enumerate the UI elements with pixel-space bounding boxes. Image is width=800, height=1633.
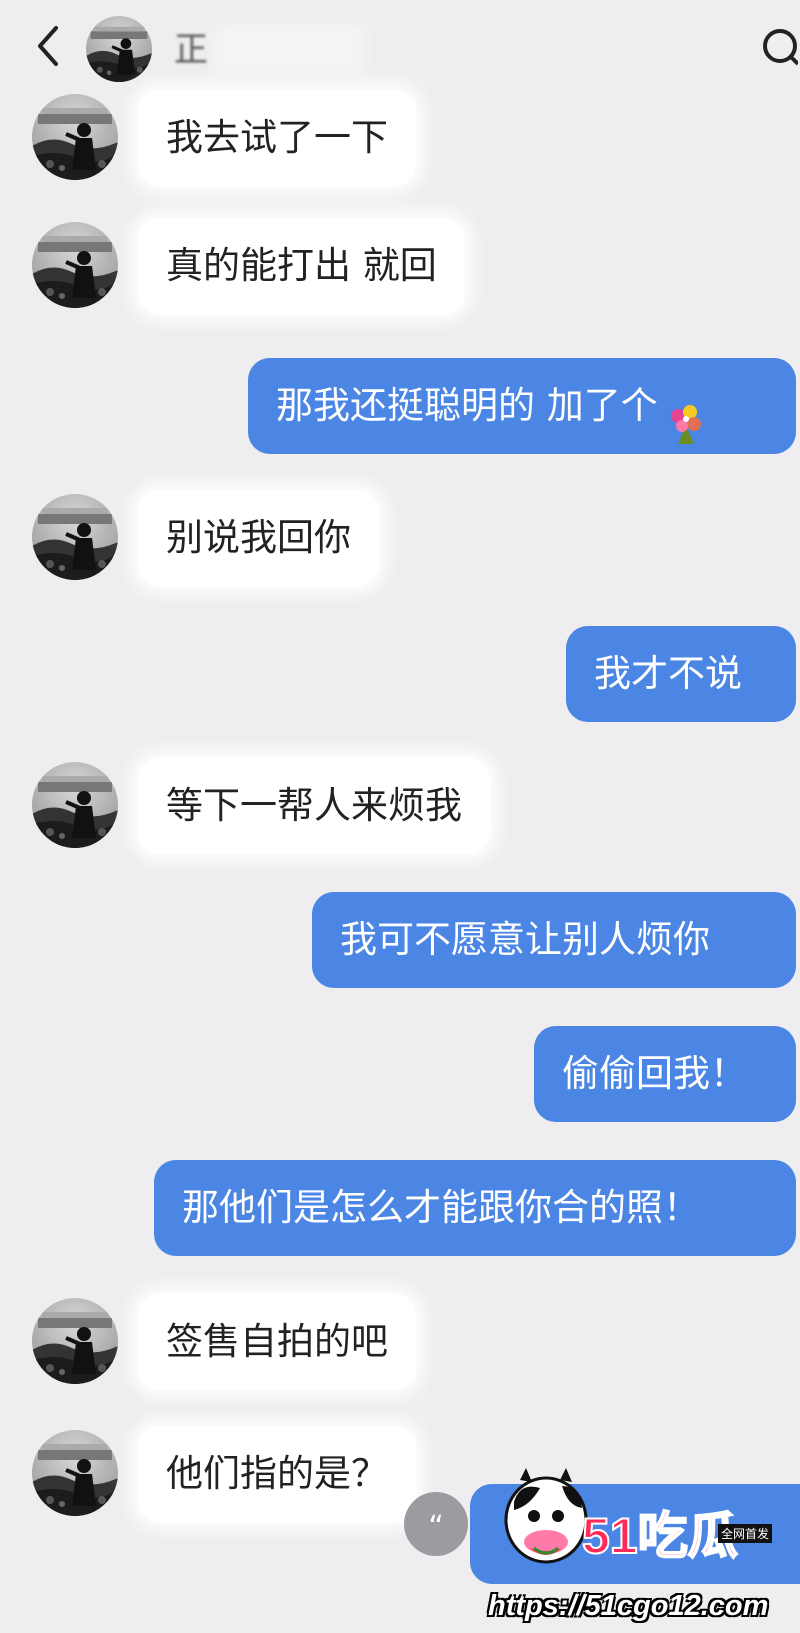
back-button[interactable] [30, 22, 70, 70]
chat-header: 正 [0, 0, 800, 92]
search-button[interactable] [758, 24, 800, 68]
contact-name: 正 [174, 30, 208, 70]
watermark-logo: 51吃瓜 [581, 1507, 739, 1565]
sender-avatar[interactable] [32, 94, 118, 180]
watermark-badge: 全网首发 [718, 1524, 773, 1543]
sender-avatar[interactable] [32, 494, 118, 580]
incoming-message[interactable]: 真的能打出 就回 [138, 218, 465, 314]
sender-avatar[interactable] [32, 222, 118, 308]
avatar-image [32, 1430, 118, 1516]
quote-icon: “ [428, 1510, 444, 1545]
incoming-message[interactable]: 我去试了一下 [138, 90, 416, 186]
quote-button[interactable]: “ [404, 1492, 468, 1556]
chevron-left-icon [38, 26, 58, 66]
incoming-message[interactable]: 他们指的是？ [138, 1426, 416, 1522]
sender-avatar[interactable] [32, 1430, 118, 1516]
outgoing-message[interactable]: 我才不说 [566, 626, 796, 722]
avatar-image [32, 222, 118, 308]
watermark-url: https://51cgo12.com [488, 1590, 769, 1622]
avatar-image [32, 94, 118, 180]
incoming-message[interactable]: 签售自拍的吧 [138, 1294, 416, 1390]
blurred-name-region [215, 25, 365, 75]
avatar-image [86, 16, 152, 82]
flower-bouquet-icon [664, 386, 708, 444]
search-icon [763, 29, 800, 66]
message-text: 那我还挺聪明的 加了个 [276, 384, 658, 427]
sender-avatar[interactable] [32, 1298, 118, 1384]
sender-avatar[interactable] [32, 762, 118, 848]
avatar-image [32, 762, 118, 848]
incoming-message[interactable]: 别说我回你 [138, 490, 379, 586]
outgoing-message[interactable]: 那他们是怎么才能跟你合的照！ [154, 1160, 796, 1256]
avatar-image [32, 1298, 118, 1384]
outgoing-message[interactable]: 偷偷回我！ [534, 1026, 796, 1122]
cow-mascot-icon [504, 1468, 588, 1564]
incoming-message[interactable]: 等下一帮人来烦我 [138, 758, 490, 854]
watermark: 51吃瓜 全网首发 https://51cgo12.com [482, 1462, 800, 1633]
outgoing-message[interactable]: 那我还挺聪明的 加了个 [248, 358, 796, 454]
contact-avatar[interactable] [86, 16, 152, 82]
outgoing-message[interactable]: 我可不愿意让别人烦你 [312, 892, 796, 988]
avatar-image [32, 494, 118, 580]
